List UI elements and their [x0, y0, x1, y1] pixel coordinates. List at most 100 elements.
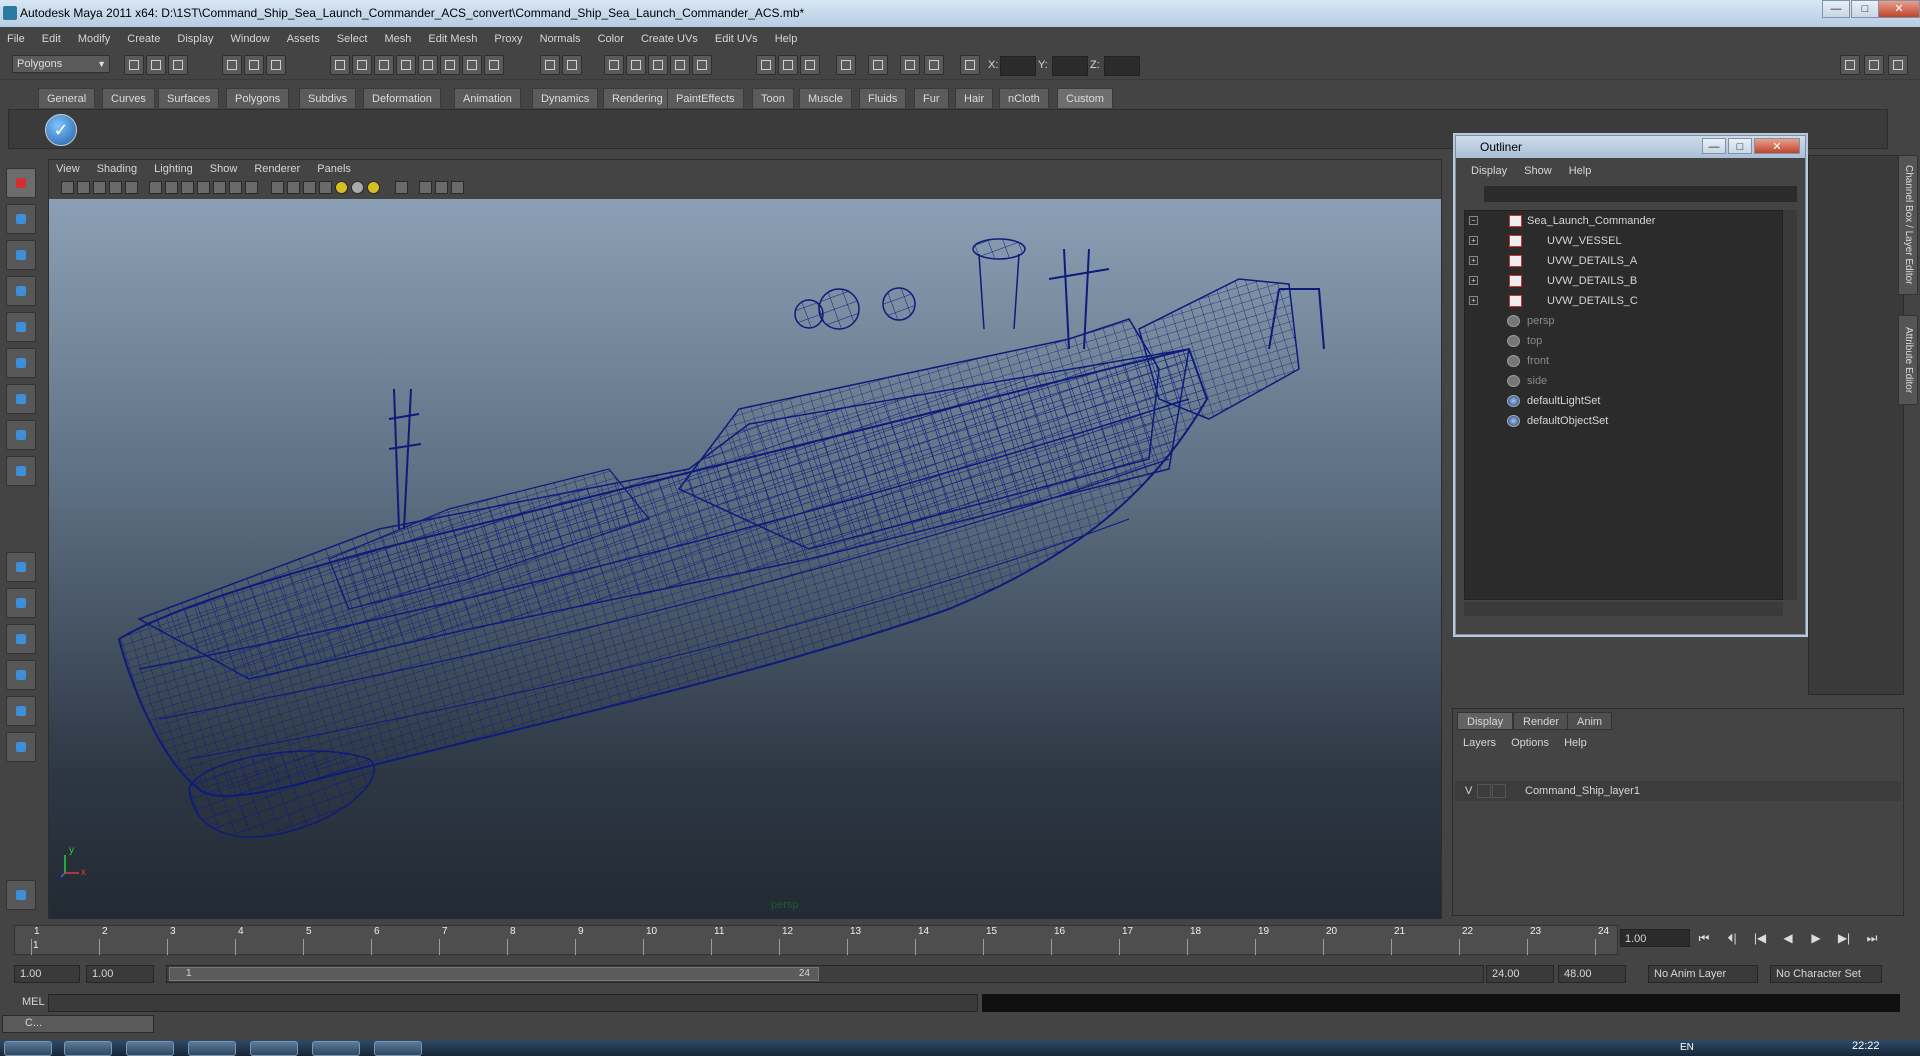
range-slider[interactable]: 1 24: [166, 965, 1484, 983]
camera-attributes-icon[interactable]: [77, 181, 90, 194]
expand-icon[interactable]: +: [1469, 296, 1478, 305]
shelf-tab-animation[interactable]: Animation: [454, 88, 521, 108]
single-view-layout-icon[interactable]: [6, 552, 36, 582]
paint-select-tool-icon[interactable]: [6, 240, 36, 270]
four-view-layout-icon[interactable]: [6, 588, 36, 618]
smooth-shade-icon[interactable]: [287, 181, 300, 194]
sidebar-toggle-icon[interactable]: [756, 55, 776, 75]
outliner-filter-field[interactable]: [1484, 186, 1797, 202]
snap-curve-icon[interactable]: [352, 55, 372, 75]
layer-color-swatch[interactable]: [1492, 784, 1506, 798]
input-ops-icon[interactable]: [540, 55, 560, 75]
snap-grid-icon[interactable]: [330, 55, 350, 75]
outliner-item[interactable]: + UVW_DETAILS_C: [1465, 291, 1782, 311]
vp-menu-shading[interactable]: Shading: [90, 163, 144, 175]
rotate-tool-icon[interactable]: [6, 312, 36, 342]
outliner-item[interactable]: top: [1465, 331, 1782, 351]
xray-joints-icon[interactable]: [435, 181, 448, 194]
play-forwards-button[interactable]: ▶: [1806, 930, 1826, 946]
menu-proxy[interactable]: Proxy: [487, 33, 529, 45]
go-to-start-button[interactable]: ⏮: [1694, 930, 1714, 946]
shelf-tab-fur[interactable]: Fur: [914, 88, 949, 108]
resolution-gate-icon[interactable]: [181, 181, 194, 194]
render-view-icon[interactable]: [692, 55, 712, 75]
film-gate-icon[interactable]: [165, 181, 178, 194]
shelf-tab-polygons[interactable]: Polygons: [226, 88, 290, 108]
outliner-horizontal-scrollbar[interactable]: [1464, 602, 1783, 616]
lasso-tool-icon[interactable]: [6, 204, 36, 234]
graph-editor-icon[interactable]: [800, 55, 820, 75]
layer-menu-layers[interactable]: Layers: [1457, 737, 1502, 749]
outliner-item[interactable]: − Sea_Launch_Commander: [1465, 211, 1782, 231]
taskbar-browser[interactable]: [64, 1041, 112, 1056]
menu-window[interactable]: Window: [224, 33, 277, 45]
shelf-tab-ncloth[interactable]: nCloth: [999, 88, 1049, 108]
outliner-item[interactable]: + UVW_DETAILS_A: [1465, 251, 1782, 271]
y-field[interactable]: [1052, 56, 1088, 76]
start-button[interactable]: [4, 1041, 52, 1056]
new-scene-icon[interactable]: [124, 55, 144, 75]
output-ops-icon[interactable]: [562, 55, 582, 75]
shelf-tab-dynamics[interactable]: Dynamics: [532, 88, 599, 108]
shelf-tab-rendering[interactable]: Rendering: [603, 88, 672, 108]
play-backwards-button[interactable]: ◀: [1778, 930, 1798, 946]
shelf-tab-painteffects[interactable]: PaintEffects: [667, 88, 744, 108]
vp-menu-renderer[interactable]: Renderer: [247, 163, 307, 175]
attribute-editor-tab[interactable]: Attribute Editor: [1898, 315, 1918, 405]
menu-set-selector[interactable]: Polygons ▼: [12, 55, 110, 73]
command-input[interactable]: [48, 994, 978, 1012]
menu-normals[interactable]: Normals: [533, 33, 588, 45]
help-line-tool-icon[interactable]: [6, 880, 36, 910]
vp-menu-panels[interactable]: Panels: [310, 163, 358, 175]
range-slider-handle[interactable]: 1 24: [169, 967, 819, 981]
layer-type-toggle[interactable]: [1477, 784, 1491, 798]
minimized-window[interactable]: C...: [2, 1015, 154, 1033]
soft-mod-tool-icon[interactable]: [6, 420, 36, 450]
grid-icon[interactable]: [149, 181, 162, 194]
select-hierarchy-icon[interactable]: [222, 55, 242, 75]
viewport-canvas[interactable]: y x persp: [49, 199, 1441, 919]
playback-end-field[interactable]: 24.00: [1486, 965, 1554, 983]
expand-icon[interactable]: +: [1469, 276, 1478, 285]
outliner-item[interactable]: persp: [1465, 311, 1782, 331]
menu-color[interactable]: Color: [591, 33, 631, 45]
step-forward-key-button[interactable]: ▶|: [1834, 930, 1854, 946]
channel-box-icon[interactable]: [900, 55, 920, 75]
persp-graph-layout-icon[interactable]: [6, 660, 36, 690]
outliner-item[interactable]: side: [1465, 371, 1782, 391]
move-tool-icon[interactable]: [6, 276, 36, 306]
menu-create[interactable]: Create: [120, 33, 167, 45]
shelf-tab-surfaces[interactable]: Surfaces: [158, 88, 220, 108]
bookmark-icon[interactable]: [93, 181, 106, 194]
transform-input-icon[interactable]: [960, 55, 980, 75]
taskbar-maya[interactable]: [374, 1041, 422, 1056]
shelf-tab-hair[interactable]: Hair: [955, 88, 994, 108]
menu-modify[interactable]: Modify: [71, 33, 117, 45]
taskbar-folder[interactable]: [312, 1041, 360, 1056]
close-button[interactable]: ✕: [1878, 0, 1920, 18]
persp-outliner-layout-icon[interactable]: [6, 624, 36, 654]
outliner-item[interactable]: + UVW_DETAILS_B: [1465, 271, 1782, 291]
help-icon[interactable]: [484, 55, 504, 75]
hypershade-icon[interactable]: [670, 55, 690, 75]
layer-tab-display[interactable]: Display: [1457, 712, 1514, 730]
shelf-tab-general[interactable]: General: [38, 88, 96, 108]
sidebar-toggle-2-icon[interactable]: [778, 55, 798, 75]
playback-start-field[interactable]: 1.00: [86, 965, 154, 983]
layout-3-icon[interactable]: [1888, 55, 1908, 75]
vp-menu-lighting[interactable]: Lighting: [147, 163, 200, 175]
menu-edit-uvs[interactable]: Edit UVs: [708, 33, 765, 45]
outliner-item[interactable]: + UVW_VESSEL: [1465, 231, 1782, 251]
attribute-editor-icon[interactable]: [836, 55, 856, 75]
layout-icon[interactable]: [1840, 55, 1860, 75]
character-set-selector[interactable]: No Character Set: [1770, 965, 1882, 983]
outliner-menu-display[interactable]: Display: [1464, 165, 1514, 177]
menu-display[interactable]: Display: [170, 33, 220, 45]
shadows-icon[interactable]: [351, 181, 364, 194]
layer-tab-render[interactable]: Render: [1513, 712, 1570, 730]
save-scene-icon[interactable]: [168, 55, 188, 75]
safe-title-icon[interactable]: [245, 181, 258, 194]
x-field[interactable]: [1000, 56, 1036, 76]
tool-settings-icon[interactable]: [868, 55, 888, 75]
menu-create-uvs[interactable]: Create UVs: [634, 33, 705, 45]
